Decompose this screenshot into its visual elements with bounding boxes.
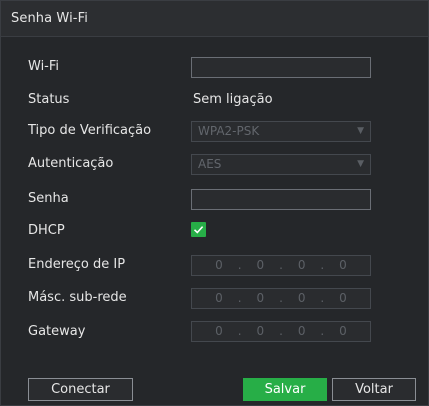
ip-address-field[interactable]: 0 . 0 . 0 . 0 bbox=[191, 255, 371, 276]
gateway-octet: 0 bbox=[339, 324, 347, 338]
password-label: Senha bbox=[28, 191, 69, 206]
ip-octet: 0 bbox=[215, 258, 223, 272]
subnet-octet: 0 bbox=[339, 291, 347, 305]
connect-button[interactable]: Conectar bbox=[28, 378, 133, 401]
status-label: Status bbox=[28, 92, 70, 107]
checkmark-icon bbox=[193, 226, 204, 234]
dialog-titlebar: Senha Wi-Fi bbox=[1, 1, 428, 37]
authentication-dropdown[interactable]: AES ▼ bbox=[191, 154, 371, 175]
subnet-mask-label: Másc. sub-rede bbox=[28, 290, 127, 305]
ip-separator: . bbox=[237, 258, 242, 272]
subnet-octet: 0 bbox=[297, 291, 306, 305]
ip-octet: 0 bbox=[256, 258, 265, 272]
dhcp-checkbox[interactable] bbox=[191, 222, 206, 237]
ip-octet: 0 bbox=[297, 258, 306, 272]
ip-separator: . bbox=[279, 258, 283, 272]
ip-separator: . bbox=[320, 258, 325, 272]
dialog-title: Senha Wi-Fi bbox=[11, 11, 88, 26]
ip-separator: . bbox=[320, 324, 325, 338]
authentication-value: AES bbox=[198, 157, 222, 171]
chevron-down-icon: ▼ bbox=[357, 159, 364, 169]
gateway-octet: 0 bbox=[256, 324, 265, 338]
gateway-octet: 0 bbox=[297, 324, 306, 338]
wifi-label: Wi-Fi bbox=[28, 59, 60, 74]
ip-separator: . bbox=[320, 291, 325, 305]
dhcp-label: DHCP bbox=[28, 223, 65, 238]
wifi-field[interactable] bbox=[191, 57, 371, 78]
authentication-label: Autenticação bbox=[28, 156, 114, 171]
ip-octet: 0 bbox=[339, 258, 347, 272]
gateway-field[interactable]: 0 . 0 . 0 . 0 bbox=[191, 321, 371, 342]
gateway-label: Gateway bbox=[28, 324, 86, 339]
ip-address-label: Endereço de IP bbox=[28, 257, 126, 272]
gateway-octet: 0 bbox=[215, 324, 223, 338]
ip-separator: . bbox=[237, 291, 242, 305]
status-value: Sem ligação bbox=[193, 92, 273, 107]
verification-type-dropdown[interactable]: WPA2-PSK ▼ bbox=[191, 121, 371, 142]
wifi-password-dialog: Senha Wi-Fi Wi-Fi Status Sem ligação Tip… bbox=[0, 0, 429, 406]
ip-separator: . bbox=[279, 324, 283, 338]
ip-separator: . bbox=[237, 324, 242, 338]
verification-type-value: WPA2-PSK bbox=[198, 124, 260, 138]
subnet-octet: 0 bbox=[215, 291, 223, 305]
ip-separator: . bbox=[279, 291, 283, 305]
verification-type-label: Tipo de Verificação bbox=[28, 123, 152, 138]
back-button[interactable]: Voltar bbox=[332, 378, 416, 401]
subnet-octet: 0 bbox=[256, 291, 265, 305]
subnet-mask-field[interactable]: 0 . 0 . 0 . 0 bbox=[191, 288, 371, 309]
save-button[interactable]: Salvar bbox=[243, 378, 327, 401]
password-field[interactable] bbox=[191, 189, 371, 210]
chevron-down-icon: ▼ bbox=[357, 126, 364, 136]
